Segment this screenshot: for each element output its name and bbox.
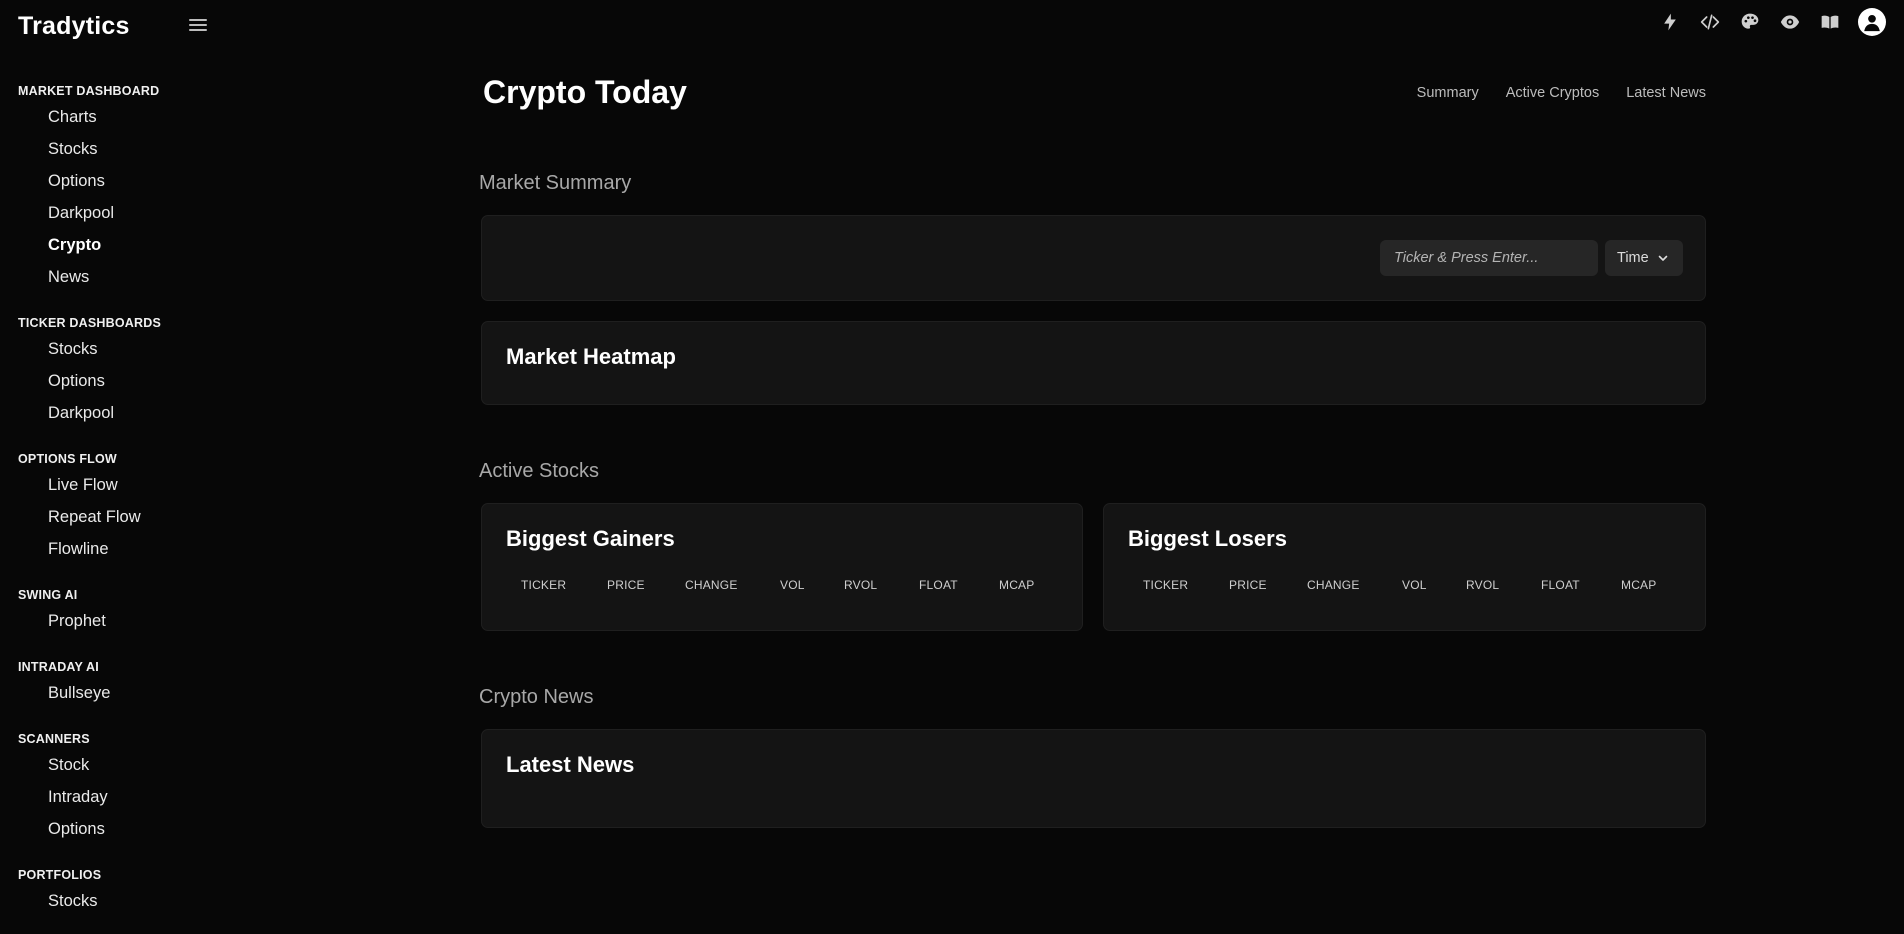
sidebar-item-ticker-stocks[interactable]: Stocks — [48, 340, 98, 359]
biggest-gainers-card: Biggest Gainers TICKER PRICE CHANGE VOL … — [481, 503, 1083, 631]
sidebar-section-portfolios: Portfolios — [18, 868, 102, 882]
time-dropdown-label: Time — [1617, 250, 1649, 266]
column-header-mcap[interactable]: MCAP — [999, 578, 1034, 592]
time-dropdown[interactable]: Time — [1605, 240, 1683, 276]
sidebar: Market Dashboard Charts Stocks Options D… — [0, 52, 240, 934]
sidebar-item-stocks[interactable]: Stocks — [48, 140, 98, 159]
sidebar-item-prophet[interactable]: Prophet — [48, 612, 106, 631]
eye-icon[interactable] — [1770, 8, 1810, 36]
sidebar-section-intraday-ai: Intraday AI — [18, 660, 99, 674]
column-header-mcap[interactable]: MCAP — [1621, 578, 1656, 592]
palette-icon[interactable] — [1730, 8, 1770, 36]
sidebar-item-repeat-flow[interactable]: Repeat Flow — [48, 508, 141, 527]
biggest-losers-card: Biggest Losers TICKER PRICE CHANGE VOL R… — [1103, 503, 1706, 631]
sidebar-item-bullseye[interactable]: Bullseye — [48, 684, 110, 703]
sidebar-section-swing-ai: Swing AI — [18, 588, 78, 602]
column-header-vol[interactable]: VOL — [1402, 578, 1427, 592]
column-header-float[interactable]: FLOAT — [919, 578, 958, 592]
column-header-rvol[interactable]: RVOL — [844, 578, 877, 592]
latest-news-title: Latest News — [506, 752, 635, 777]
sidebar-section-market-dashboard: Market Dashboard — [18, 84, 160, 98]
main-content: Crypto Today Summary Active Cryptos Late… — [478, 0, 1706, 934]
sidebar-item-live-flow[interactable]: Live Flow — [48, 476, 118, 495]
page-nav-latest-news[interactable]: Latest News — [1626, 85, 1706, 101]
page-nav-active-cryptos[interactable]: Active Cryptos — [1506, 85, 1599, 101]
column-header-float[interactable]: FLOAT — [1541, 578, 1580, 592]
sidebar-item-scanner-stock[interactable]: Stock — [48, 756, 89, 775]
biggest-losers-title: Biggest Losers — [1128, 526, 1287, 551]
chevron-down-icon — [1658, 255, 1667, 261]
biggest-gainers-title: Biggest Gainers — [506, 526, 675, 551]
crypto-news-heading: Crypto News — [479, 686, 594, 708]
hamburger-menu-button[interactable] — [186, 16, 210, 36]
losers-table-header: TICKER PRICE CHANGE VOL RVOL FLOAT MCAP — [1104, 578, 1705, 594]
sidebar-item-scanner-intraday[interactable]: Intraday — [48, 788, 108, 807]
sidebar-section-scanners: Scanners — [18, 732, 90, 746]
market-heatmap-title: Market Heatmap — [506, 344, 676, 369]
hamburger-icon — [189, 19, 207, 21]
sidebar-section-options-flow: Options Flow — [18, 452, 117, 466]
page-nav-summary[interactable]: Summary — [1417, 85, 1479, 101]
column-header-vol[interactable]: VOL — [780, 578, 805, 592]
sidebar-item-ticker-options[interactable]: Options — [48, 372, 105, 391]
column-header-change[interactable]: CHANGE — [685, 578, 738, 592]
sidebar-item-news[interactable]: News — [48, 268, 89, 287]
user-icon — [1864, 14, 1880, 32]
ticker-search-input[interactable] — [1380, 240, 1598, 276]
market-heatmap-card: Market Heatmap — [481, 321, 1706, 405]
sidebar-item-portfolio-stocks[interactable]: Stocks — [48, 892, 98, 911]
sidebar-item-flowline[interactable]: Flowline — [48, 540, 109, 559]
gainers-table-header: TICKER PRICE CHANGE VOL RVOL FLOAT MCAP — [482, 578, 1082, 594]
column-header-ticker[interactable]: TICKER — [1143, 578, 1188, 592]
column-header-price[interactable]: PRICE — [1229, 578, 1267, 592]
sidebar-item-ticker-darkpool[interactable]: Darkpool — [48, 404, 114, 423]
book-icon[interactable] — [1810, 8, 1850, 36]
latest-news-card: Latest News — [481, 729, 1706, 828]
user-avatar[interactable] — [1858, 8, 1886, 36]
sidebar-item-scanner-options[interactable]: Options — [48, 820, 105, 839]
page-title: Crypto Today — [483, 74, 687, 110]
sidebar-item-charts[interactable]: Charts — [48, 108, 97, 127]
column-header-change[interactable]: CHANGE — [1307, 578, 1360, 592]
column-header-rvol[interactable]: RVOL — [1466, 578, 1499, 592]
market-summary-card: Time — [481, 215, 1706, 301]
column-header-price[interactable]: PRICE — [607, 578, 645, 592]
page-section-nav: Summary Active Cryptos Latest News — [1417, 85, 1706, 101]
sidebar-item-options[interactable]: Options — [48, 172, 105, 191]
sidebar-section-ticker-dashboards: Ticker Dashboards — [18, 316, 161, 330]
brand-logo[interactable]: Tradytics — [18, 12, 130, 41]
column-header-ticker[interactable]: TICKER — [521, 578, 566, 592]
sidebar-item-darkpool[interactable]: Darkpool — [48, 204, 114, 223]
market-summary-heading: Market Summary — [479, 172, 632, 194]
sidebar-item-crypto[interactable]: Crypto — [48, 236, 101, 255]
active-stocks-heading: Active Stocks — [479, 460, 600, 482]
